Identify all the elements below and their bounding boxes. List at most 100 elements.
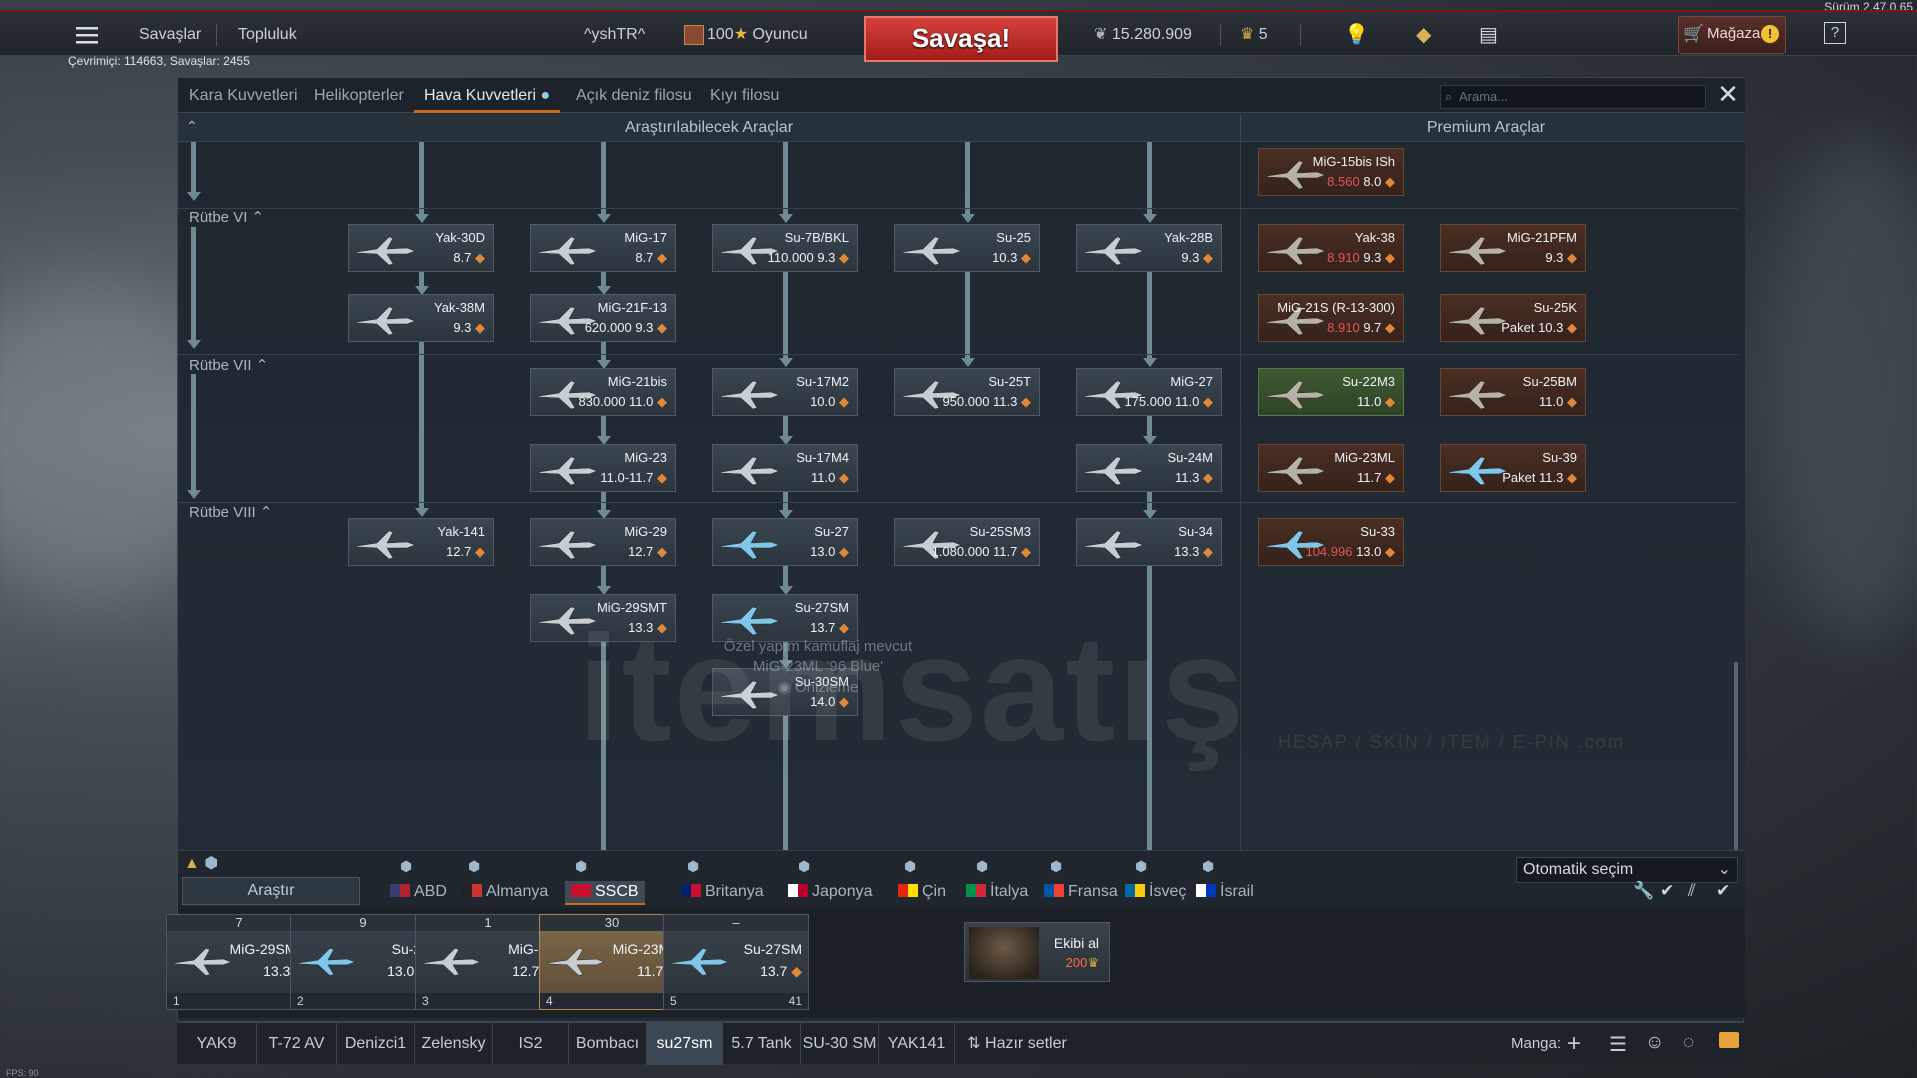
tab-coastal[interactable]: Kıyı filosu (710, 78, 779, 113)
preset-tab[interactable]: su27sm (647, 1023, 723, 1065)
ammo-icon[interactable]: ⫽ (1688, 881, 1696, 901)
silver-lions[interactable]: ❦ 15.280.909 (1094, 12, 1192, 58)
nation-tab[interactable]: Çin ⬢ (898, 858, 946, 903)
ticket-icon[interactable]: ▤ (1479, 12, 1498, 58)
diamond-icon[interactable]: ◆ (1416, 12, 1431, 58)
vehicle-card[interactable]: Su-25K Paket 10.3 ◆ (1440, 294, 1586, 342)
preset-tab[interactable]: SU-30 SM (801, 1023, 879, 1065)
vehicle-card[interactable]: MiG-23 11.0-11.7 ◆ (530, 444, 676, 492)
vehicle-card[interactable]: Su-17M2 10.0 ◆ (712, 368, 858, 416)
aircraft-icon (719, 455, 781, 486)
nation-tab[interactable]: SSCB ⬢ (565, 858, 645, 905)
vehicle-name: Su-33 (1360, 524, 1395, 539)
nation-tab[interactable]: Britanya ⬢ (681, 858, 764, 903)
aircraft-icon (719, 605, 781, 636)
vehicle-card[interactable]: MiG-15bis ISh 8.560 8.0 ◆ (1258, 148, 1404, 196)
vehicle-card[interactable]: Su-25T 950.000 11.3 ◆ (894, 368, 1040, 416)
nation-label: Japonya (812, 883, 873, 900)
aircraft-icon (537, 529, 599, 560)
username[interactable]: ^yshTR^ (584, 12, 645, 58)
preset-tab[interactable]: YAK9 (177, 1023, 257, 1065)
preset-tab[interactable]: T-72 AV (257, 1023, 337, 1065)
vehicle-card[interactable]: Yak-141 12.7 ◆ (348, 518, 494, 566)
tab-ground[interactable]: Kara Kuvvetleri (189, 78, 298, 113)
battles-menu[interactable]: Savaşlar (139, 12, 201, 58)
vehicle-card[interactable]: MiG-21F-13 620.000 9.3 ◆ (530, 294, 676, 342)
vehicle-card[interactable]: Su-22M3 11.0 ◆ (1258, 368, 1404, 416)
shop-button[interactable]: 🛒 Mağaza ! (1678, 16, 1786, 54)
menu-icon[interactable] (76, 12, 98, 58)
vehicle-name: MiG-21S (R-13-300) (1277, 300, 1395, 315)
vehicle-card[interactable]: Yak-30D 8.7 ◆ (348, 224, 494, 272)
nation-tab[interactable]: Japonya ⬢ (788, 858, 873, 903)
research-window: Kara Kuvvetleri Helikopterler Hava Kuvve… (166, 77, 1745, 1022)
vehicle-card[interactable]: MiG-21S (R-13-300) 8.910 9.7 ◆ (1258, 294, 1404, 342)
preset-label: SU-30 SM (802, 1035, 877, 1052)
check-icon[interactable]: ✔ (1660, 881, 1674, 901)
vehicle-card[interactable]: Su-33 104.996 13.0 ◆ (1258, 518, 1404, 566)
vehicle-card[interactable]: Su-27 13.0 ◆ (712, 518, 858, 566)
golden-eagles[interactable]: ♛ 5 (1240, 12, 1268, 58)
battle-button[interactable]: Savaşa! (864, 16, 1058, 62)
nation-tab[interactable]: İsrail ⬢ (1196, 858, 1254, 903)
mail-icon[interactable] (1719, 1032, 1739, 1048)
tab-bluewater[interactable]: Açık deniz filosu (576, 78, 692, 113)
vehicle-card[interactable]: Yak-28B 9.3 ◆ (1076, 224, 1222, 272)
research-button[interactable]: Araştır (182, 877, 360, 905)
friends-icon[interactable]: ☺ (1645, 1032, 1664, 1054)
nation-tab[interactable]: ABD ⬢ (390, 858, 447, 903)
chat-icon[interactable]: ◌ (1683, 1032, 1694, 1054)
vehicle-card[interactable]: Su-25BM 11.0 ◆ (1440, 368, 1586, 416)
vehicle-card[interactable]: Su-34 13.3 ◆ (1076, 518, 1222, 566)
tab-aviation[interactable]: Hava Kuvvetleri ● (414, 78, 561, 113)
check-icon[interactable]: ✔ (1716, 881, 1730, 901)
cart-icon: 🛒 (1683, 24, 1705, 43)
tab-helicopters[interactable]: Helikopterler (314, 78, 404, 113)
vehicle-card[interactable]: Su-39 Paket 11.3 ◆ (1440, 444, 1586, 492)
close-icon[interactable]: ✕ (1716, 81, 1740, 107)
vehicle-card[interactable]: MiG-23ML 11.7 ◆ (1258, 444, 1404, 492)
community-menu[interactable]: Topluluk (238, 12, 297, 58)
camo-preview[interactable]: ◉ Önizleme (708, 678, 928, 696)
vehicle-card[interactable]: Su-24M 11.3 ◆ (1076, 444, 1222, 492)
preset-tab[interactable]: ⇅ Hazır setler (955, 1023, 1079, 1065)
tree-scrollbar[interactable] (1734, 662, 1738, 850)
preset-tab[interactable]: 5.7 Tank (723, 1023, 801, 1065)
player-count[interactable]: 100★ Oyuncu (684, 12, 808, 58)
preset-tab[interactable]: YAK141 (879, 1023, 955, 1065)
add-icon[interactable]: + (1567, 1030, 1581, 1058)
buy-crew-slot[interactable]: Ekibi al 200♛ (964, 922, 1110, 982)
rank-vi-label[interactable]: Rütbe VI ⌃ (189, 208, 264, 226)
vehicle-card[interactable]: MiG-29SMT 13.3 ◆ (530, 594, 676, 642)
help-icon[interactable]: ? (1824, 22, 1846, 44)
crew-slot[interactable]: – Su-27SM 13.7 ◆ 5 41 (663, 914, 809, 1010)
vehicle-card[interactable]: MiG-27 175.000 11.0 ◆ (1076, 368, 1222, 416)
vehicle-card[interactable]: MiG-29 12.7 ◆ (530, 518, 676, 566)
vehicle-card[interactable]: Su-17M4 11.0 ◆ (712, 444, 858, 492)
preset-tab[interactable]: Denizci1 (337, 1023, 415, 1065)
nation-tab[interactable]: Fransa ⬢ (1044, 858, 1118, 903)
vehicle-card[interactable]: Su-7B/BKL 110.000 9.3 ◆ (712, 224, 858, 272)
flag-icon (1125, 884, 1145, 897)
vehicle-card[interactable]: MiG-21PFM 9.3 ◆ (1440, 224, 1586, 272)
rank-viii-label[interactable]: Rütbe VIII ⌃ (189, 503, 272, 521)
vehicle-card[interactable]: Yak-38 8.910 9.3 ◆ (1258, 224, 1404, 272)
vehicle-card[interactable]: Su-25SM3 1.080.000 11.7 ◆ (894, 518, 1040, 566)
list-icon[interactable]: ☰ (1609, 1032, 1627, 1057)
nation-tab[interactable]: İsveç ⬢ (1125, 858, 1186, 903)
idea-icon[interactable]: 💡 (1344, 12, 1369, 58)
search-input[interactable]: ⌕ Arama... (1440, 85, 1706, 109)
nation-tab[interactable]: Almanya ⬢ (462, 858, 548, 903)
vehicle-card[interactable]: Su-25 10.3 ◆ (894, 224, 1040, 272)
vehicle-card[interactable]: Su-27SM 13.7 ◆ (712, 594, 858, 642)
preset-tab[interactable]: IS2 (493, 1023, 569, 1065)
preset-tab[interactable]: Zelensky (415, 1023, 493, 1065)
nation-tab[interactable]: İtalya ⬢ (966, 858, 1028, 903)
vehicle-card[interactable]: MiG-21bis 830.000 11.0 ◆ (530, 368, 676, 416)
rank-vii-label[interactable]: Rütbe VII ⌃ (189, 356, 268, 374)
repair-icon[interactable]: 🔧 (1633, 881, 1654, 901)
vehicle-card[interactable]: Yak-38M 9.3 ◆ (348, 294, 494, 342)
auto-select-dropdown[interactable]: Otomatik seçim ⌄ (1516, 857, 1738, 883)
preset-tab[interactable]: Bombacı (569, 1023, 647, 1065)
vehicle-card[interactable]: MiG-17 8.7 ◆ (530, 224, 676, 272)
